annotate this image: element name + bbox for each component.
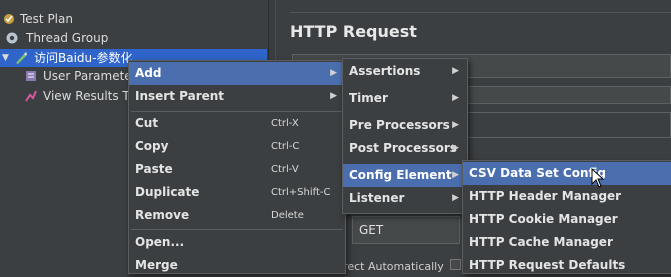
menu-item-label: Paste [135, 162, 173, 176]
sampler-pen-icon [16, 52, 27, 64]
tree-item-thread-group[interactable]: Thread Group [0, 29, 265, 47]
tree-item-label: View Results Tr [43, 89, 133, 103]
tree-item-label: 访问Baidu-参数化 [34, 51, 133, 65]
menu-item-assertions[interactable]: Assertions ▶ [343, 60, 467, 83]
menu-item-http-cache-manager[interactable]: HTTP Cache Manager [463, 231, 671, 254]
submenu-arrow-icon: ▶ [452, 193, 459, 203]
submenu-arrow-icon: ▶ [452, 66, 459, 76]
menu-item-label: Open... [135, 235, 185, 249]
redirect-label: irect Automatically [340, 260, 444, 273]
add-submenu: Assertions ▶ Timer ▶ Pre Processors ▶ Po… [342, 58, 468, 214]
context-menu: Add ▶ Insert Parent ▶ Cut Ctrl-X Copy Ct… [128, 60, 346, 274]
menu-item-label: HTTP Header Manager [469, 189, 622, 203]
menu-item-insert-parent[interactable]: Insert Parent ▶ [129, 85, 345, 108]
mouse-cursor-icon [591, 168, 605, 188]
menu-separator [131, 229, 343, 230]
shortcut-label: Delete [271, 210, 304, 221]
menu-item-pre-processors[interactable]: Pre Processors ▶ [343, 114, 467, 137]
menu-item-label: Assertions [349, 64, 421, 78]
tree-item-label: Thread Group [26, 31, 109, 45]
shortcut-label: Ctrl-V [271, 164, 299, 175]
menu-item-http-header-manager[interactable]: HTTP Header Manager [463, 185, 671, 208]
menu-item-label: Add [135, 66, 162, 80]
menu-item-label: Listener [349, 191, 405, 205]
menu-item-cut[interactable]: Cut Ctrl-X [129, 112, 345, 135]
menu-item-config-element[interactable]: Config Element ▶ [343, 164, 467, 187]
menu-item-copy[interactable]: Copy Ctrl-C [129, 135, 345, 158]
menu-item-label: Post Processors [349, 141, 457, 155]
shortcut-label: Ctrl+Shift-C [271, 187, 331, 198]
page-title: HTTP Request [290, 22, 417, 41]
tree-item-view-results[interactable]: View Results Tr [0, 87, 140, 105]
menu-item-label: CSV Data Set Config [469, 166, 606, 180]
menu-item-label: Config Element [349, 168, 452, 182]
submenu-arrow-icon: ▶ [452, 143, 459, 153]
menu-item-label: Remove [135, 208, 190, 222]
menu-item-label: Copy [135, 139, 169, 153]
menu-item-duplicate[interactable]: Duplicate Ctrl+Shift-C [129, 181, 345, 204]
tree-item-test-plan[interactable]: Test Plan [0, 10, 265, 28]
user-parameters-icon [26, 71, 36, 81]
submenu-arrow-icon: ▶ [330, 91, 337, 101]
shortcut-label: Ctrl-C [271, 141, 300, 152]
method-value: GET [359, 223, 384, 237]
menu-item-paste[interactable]: Paste Ctrl-V [129, 158, 345, 181]
test-plan-icon [4, 14, 14, 24]
divider [290, 12, 671, 13]
view-results-icon [25, 90, 37, 102]
menu-item-label: Timer [349, 91, 388, 105]
menu-item-label: Insert Parent [135, 89, 225, 103]
method-select[interactable]: GET [352, 216, 460, 244]
tree-item-label: Test Plan [20, 12, 73, 26]
collapse-triangle-icon[interactable]: ▼ [2, 49, 9, 67]
menu-item-listener[interactable]: Listener ▶ [343, 187, 467, 210]
menu-item-http-cookie-manager[interactable]: HTTP Cookie Manager [463, 208, 671, 231]
menu-item-add[interactable]: Add ▶ [129, 62, 345, 85]
menu-item-merge[interactable]: Merge [129, 254, 345, 277]
tree-item-label: User Paramete [43, 69, 132, 83]
menu-item-http-request-defaults[interactable]: HTTP Request Defaults [463, 254, 671, 277]
menu-item-remove[interactable]: Remove Delete [129, 204, 345, 227]
config-element-submenu: CSV Data Set Config HTTP Header Manager … [462, 160, 671, 274]
submenu-arrow-icon: ▶ [452, 120, 459, 130]
menu-item-label: HTTP Cache Manager [469, 235, 613, 249]
menu-item-label: Cut [135, 116, 159, 130]
menu-item-label: Pre Processors [349, 118, 450, 132]
menu-item-timer[interactable]: Timer ▶ [343, 87, 467, 110]
tree-item-user-parameters[interactable]: User Paramete [0, 67, 140, 85]
submenu-arrow-icon: ▶ [452, 93, 459, 103]
shortcut-label: Ctrl-X [271, 118, 299, 129]
menu-item-post-processors[interactable]: Post Processors ▶ [343, 137, 467, 160]
gear-icon [6, 32, 18, 44]
submenu-arrow-icon: ▶ [330, 68, 337, 78]
redirect-checkbox[interactable] [450, 259, 461, 270]
menu-item-label: HTTP Cookie Manager [469, 212, 618, 226]
menu-item-label: Duplicate [135, 185, 200, 199]
menu-item-csv-data-set-config[interactable]: CSV Data Set Config [463, 162, 671, 185]
menu-item-open[interactable]: Open... [129, 231, 345, 254]
submenu-arrow-icon: ▶ [452, 170, 459, 180]
